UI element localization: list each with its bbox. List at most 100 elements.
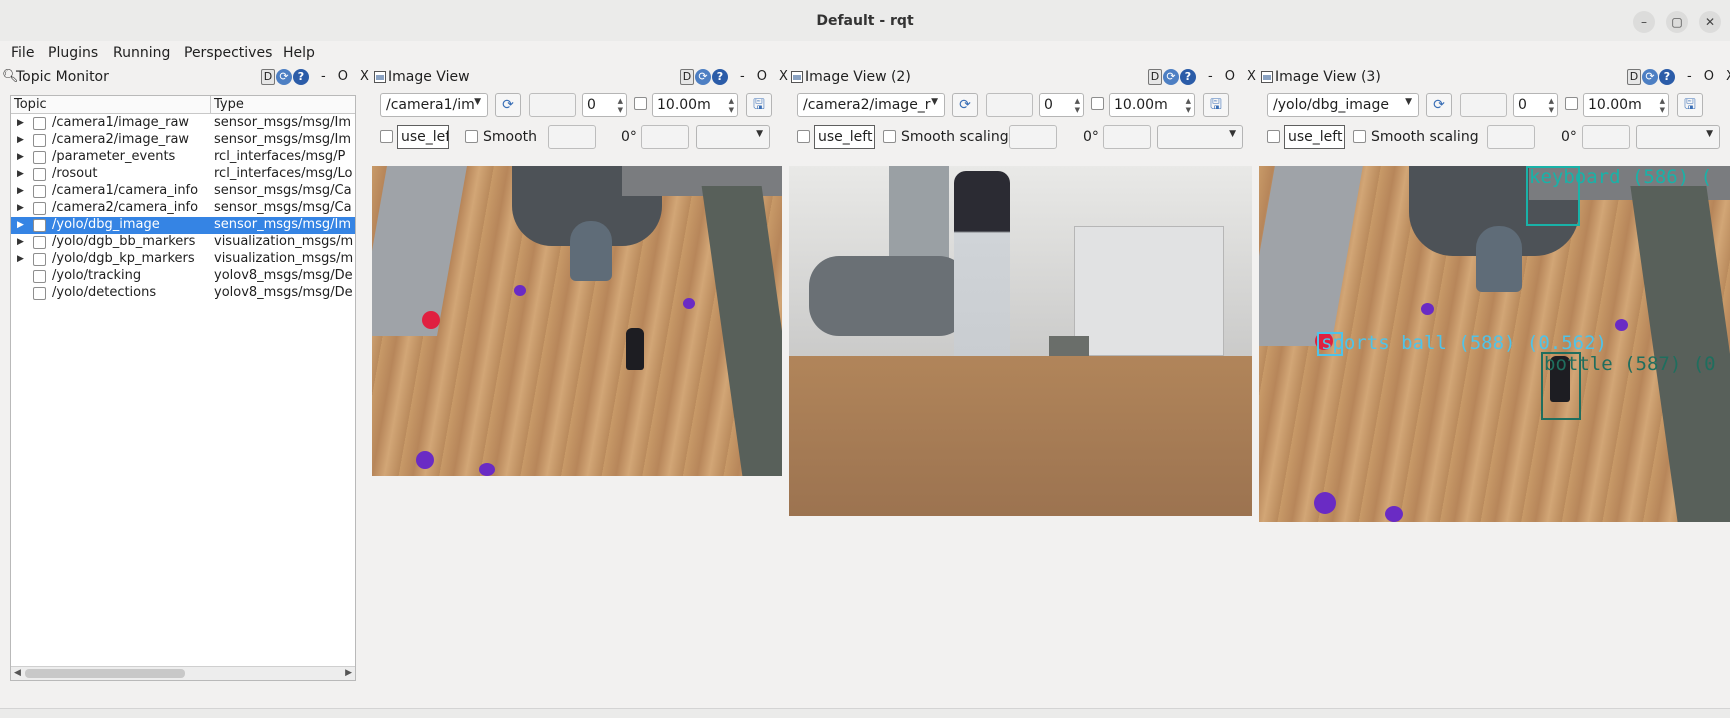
expand-arrow-icon[interactable]: ▶ — [17, 217, 24, 234]
expand-arrow-icon[interactable]: ▶ — [17, 251, 24, 268]
dock-d-button[interactable]: D — [1148, 69, 1162, 85]
help-icon[interactable]: ? — [1180, 69, 1196, 85]
reload-icon[interactable]: ⟳ — [1642, 69, 1658, 85]
save-image-button-3[interactable]: 🖫 — [1677, 93, 1703, 117]
expand-arrow-icon[interactable]: ▶ — [17, 200, 24, 217]
blank-field-3c[interactable] — [1582, 125, 1630, 149]
dock-minimize-button[interactable]: - — [1687, 69, 1692, 84]
dock-close-button[interactable]: X — [360, 69, 369, 84]
spin-down-icon[interactable]: ▼ — [729, 106, 734, 114]
dock-restore-button[interactable]: O — [1704, 69, 1714, 84]
spin-down-icon[interactable]: ▼ — [1660, 106, 1665, 114]
topic-checkbox[interactable] — [33, 151, 46, 164]
rate-spinbox-1[interactable]: 10.00m ▲ ▼ — [652, 93, 738, 117]
expand-arrow-icon[interactable]: ▶ — [17, 132, 24, 149]
checkbox-1[interactable] — [634, 97, 647, 110]
blank-field-1c[interactable] — [641, 125, 689, 149]
spinbox-2[interactable]: 0 ▲ ▼ — [1039, 93, 1084, 117]
topic-row[interactable]: /yolo/detections yolov8_msgs/msg/De — [11, 285, 355, 302]
blank-field-1[interactable] — [529, 93, 576, 117]
spin-up-icon[interactable]: ▲ — [729, 97, 734, 105]
spin-up-icon[interactable]: ▲ — [618, 97, 623, 105]
dock-close-button[interactable]: X — [1726, 69, 1730, 84]
help-icon[interactable]: ? — [293, 69, 309, 85]
column-type[interactable]: Type — [214, 97, 244, 112]
checkbox-2[interactable] — [1091, 97, 1104, 110]
spin-up-icon[interactable]: ▲ — [1186, 97, 1191, 105]
smooth-checkbox-2[interactable] — [883, 130, 896, 143]
maximize-window-button[interactable]: ▢ — [1666, 11, 1688, 33]
topic-checkbox[interactable] — [33, 134, 46, 147]
topic-row[interactable]: ▶ /yolo/dgb_bb_markers visualization_msgs/… — [11, 234, 355, 251]
topic-row[interactable]: ▶ /yolo/dgb_kp_markers visualization_msgs/… — [11, 251, 355, 268]
scroll-left-icon[interactable]: ◀ — [14, 667, 21, 680]
refresh-topics-button-3[interactable]: ⟳ — [1426, 93, 1452, 117]
checkbox-use-left-3[interactable] — [1267, 130, 1280, 143]
topic-checkbox[interactable] — [33, 236, 46, 249]
topic-row[interactable]: ▶ /parameter_events rcl_interfaces/msg/P — [11, 149, 355, 166]
refresh-topics-button-1[interactable]: ⟳ — [495, 93, 521, 117]
spin-down-icon[interactable]: ▼ — [618, 106, 623, 114]
reload-icon[interactable]: ⟳ — [695, 69, 711, 85]
topic-row[interactable]: ▶ /camera1/camera_info sensor_msgs/msg/Ca — [11, 183, 355, 200]
blank-field-2c[interactable] — [1103, 125, 1151, 149]
topic-row[interactable]: /yolo/tracking yolov8_msgs/msg/De — [11, 268, 355, 285]
topic-checkbox[interactable] — [33, 168, 46, 181]
dock-minimize-button[interactable]: - — [740, 69, 745, 84]
topic-tree[interactable]: Topic Type ▶ /camera1/image_raw sensor_msg… — [10, 95, 356, 681]
dock-close-button[interactable]: X — [779, 69, 788, 84]
use-left-field-2[interactable]: use_left — [814, 125, 875, 149]
spinbox-3[interactable]: 0 ▲ ▼ — [1513, 93, 1558, 117]
topic-row[interactable]: ▶ /camera1/image_raw sensor_msgs/msg/Im — [11, 115, 355, 132]
expand-arrow-icon[interactable]: ▶ — [17, 149, 24, 166]
use-left-field-3[interactable]: use_left — [1284, 125, 1345, 149]
horizontal-scrollbar[interactable]: ◀ ▶ — [11, 666, 355, 680]
menu-perspectives[interactable]: Perspectives — [184, 45, 272, 61]
help-icon[interactable]: ? — [1659, 69, 1675, 85]
reload-icon[interactable]: ⟳ — [276, 69, 292, 85]
topic-checkbox[interactable] — [33, 287, 46, 300]
blank-field-2b[interactable] — [1009, 125, 1057, 149]
dock-d-button[interactable]: D — [680, 69, 694, 85]
save-image-button-2[interactable]: 🖫 — [1203, 93, 1229, 117]
spin-down-icon[interactable]: ▼ — [1186, 106, 1191, 114]
topic-row[interactable]: ▶ /yolo/dbg_image sensor_msgs/msg/Im — [11, 217, 355, 234]
dock-restore-button[interactable]: O — [757, 69, 767, 84]
topic-checkbox[interactable] — [33, 253, 46, 266]
help-icon[interactable]: ? — [712, 69, 728, 85]
topic-checkbox[interactable] — [33, 185, 46, 198]
menu-help[interactable]: Help — [283, 45, 315, 61]
dock-minimize-button[interactable]: - — [321, 69, 326, 84]
topic-row[interactable]: ▶ /camera2/image_raw sensor_msgs/msg/Im — [11, 132, 355, 149]
blank-field-2[interactable] — [986, 93, 1033, 117]
close-window-button[interactable]: ✕ — [1699, 11, 1721, 33]
dropdown-2[interactable]: ▼ — [1157, 125, 1243, 149]
use-left-field-1[interactable]: use_left — [397, 125, 449, 149]
expand-arrow-icon[interactable]: ▶ — [17, 183, 24, 200]
expand-arrow-icon[interactable]: ▶ — [17, 115, 24, 132]
expand-arrow-icon[interactable]: ▶ — [17, 166, 24, 183]
topic-select-3[interactable]: /yolo/dbg_image ▼ — [1267, 93, 1419, 117]
reload-icon[interactable]: ⟳ — [1163, 69, 1179, 85]
rate-spinbox-3[interactable]: 10.00m ▲ ▼ — [1583, 93, 1669, 117]
topic-checkbox[interactable] — [33, 117, 46, 130]
dock-restore-button[interactable]: O — [338, 69, 348, 84]
dropdown-3[interactable]: ▼ — [1636, 125, 1720, 149]
spin-up-icon[interactable]: ▲ — [1549, 97, 1554, 105]
blank-field-3[interactable] — [1460, 93, 1507, 117]
spin-down-icon[interactable]: ▼ — [1549, 106, 1554, 114]
topic-checkbox[interactable] — [33, 219, 46, 232]
spin-up-icon[interactable]: ▲ — [1660, 97, 1665, 105]
dock-minimize-button[interactable]: - — [1208, 69, 1213, 84]
menu-plugins[interactable]: Plugins — [48, 45, 98, 61]
dock-close-button[interactable]: X — [1247, 69, 1256, 84]
spin-down-icon[interactable]: ▼ — [1075, 106, 1080, 114]
spinbox-1[interactable]: 0 ▲ ▼ — [582, 93, 627, 117]
dock-d-button[interactable]: D — [1627, 69, 1641, 85]
checkbox-3[interactable] — [1565, 97, 1578, 110]
dock-restore-button[interactable]: O — [1225, 69, 1235, 84]
topic-row[interactable]: ▶ /rosout rcl_interfaces/msg/Lo — [11, 166, 355, 183]
blank-field-1b[interactable] — [548, 125, 596, 149]
scrollbar-thumb[interactable] — [25, 669, 185, 678]
column-topic[interactable]: Topic — [14, 97, 47, 112]
